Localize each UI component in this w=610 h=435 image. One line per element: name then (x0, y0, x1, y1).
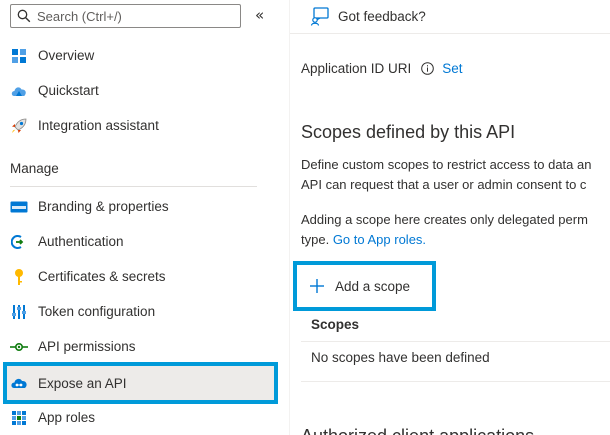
app-roles-icon (10, 409, 28, 427)
collapse-sidebar-button[interactable]: « (255, 6, 264, 24)
section-divider (10, 186, 257, 187)
authorized-clients-title: Authorized client applications (301, 426, 534, 435)
sidebar-item-token-configuration[interactable]: Token configuration (0, 294, 272, 329)
column-header-scopes: Scopes (311, 317, 360, 332)
add-scope-label: Add a scope (335, 278, 411, 294)
scopes-description-line-1: Define custom scopes to restrict access … (301, 157, 592, 172)
set-application-id-link[interactable]: Set (442, 61, 462, 76)
main-content: Got feedback? Application ID URI Set Sco… (290, 0, 610, 435)
sidebar-item-label: Token configuration (38, 304, 156, 319)
sidebar-item-api-permissions[interactable]: API permissions (0, 329, 272, 364)
scopes-note-prefix: type. (301, 232, 330, 247)
sidebar-item-label: Certificates & secrets (38, 269, 166, 284)
branding-icon (10, 198, 28, 216)
scopes-empty-row: No scopes have been defined (301, 342, 610, 382)
sidebar-item-expose-an-api[interactable]: Expose an API (3, 362, 278, 404)
search-input[interactable] (37, 8, 227, 24)
sidebar-item-label: Expose an API (38, 375, 127, 391)
sidebar-item-label: API permissions (38, 339, 136, 354)
sidebar-item-label: Overview (38, 48, 95, 63)
quickstart-icon (10, 82, 28, 100)
key-icon (10, 268, 28, 286)
plus-icon (310, 279, 324, 293)
search-icon (17, 9, 31, 23)
sidebar: « Overview Quickstart (0, 0, 278, 435)
sidebar-item-quickstart[interactable]: Quickstart (0, 73, 272, 108)
token-icon (10, 303, 28, 321)
cloud-api-icon (10, 374, 28, 392)
sidebar-item-label: Branding & properties (38, 199, 169, 214)
sidebar-item-label: Authentication (38, 234, 124, 249)
go-to-app-roles-link[interactable]: Go to App roles. (333, 232, 426, 247)
api-permissions-icon (10, 338, 28, 356)
section-header-manage: Manage (10, 161, 59, 176)
info-icon[interactable] (421, 62, 435, 75)
overview-icon (10, 47, 28, 65)
sidebar-item-label: Quickstart (38, 83, 99, 98)
sidebar-item-branding[interactable]: Branding & properties (0, 189, 272, 224)
rocket-icon (10, 117, 28, 135)
scopes-note-line-1: Adding a scope here creates only delegat… (301, 212, 588, 227)
application-id-row: Application ID URI Set (301, 61, 463, 76)
feedback-icon (310, 7, 329, 26)
search-box[interactable] (10, 4, 241, 28)
scopes-note-line-2: type. Go to App roles. (301, 230, 426, 250)
scopes-section-title: Scopes defined by this API (301, 122, 516, 142)
command-bar: Got feedback? (290, 0, 610, 34)
application-id-label: Application ID URI (301, 61, 412, 76)
sidebar-item-integration-assistant[interactable]: Integration assistant (0, 108, 272, 143)
sidebar-item-label: App roles (38, 410, 96, 425)
scopes-description-line-2: API can request that a user or admin con… (301, 177, 587, 192)
sidebar-item-authentication[interactable]: Authentication (0, 224, 272, 259)
add-scope-button[interactable]: Add a scope (293, 261, 436, 311)
authentication-icon (10, 233, 28, 251)
feedback-button[interactable]: Got feedback? (310, 6, 426, 26)
sidebar-item-label: Integration assistant (38, 118, 159, 133)
empty-state-message: No scopes have been defined (311, 350, 490, 365)
sidebar-item-overview[interactable]: Overview (0, 38, 272, 73)
sidebar-item-certificates[interactable]: Certificates & secrets (0, 259, 272, 294)
sidebar-item-app-roles[interactable]: App roles (0, 400, 272, 435)
scopes-table-header: Scopes (301, 315, 610, 342)
feedback-label: Got feedback? (338, 8, 426, 24)
